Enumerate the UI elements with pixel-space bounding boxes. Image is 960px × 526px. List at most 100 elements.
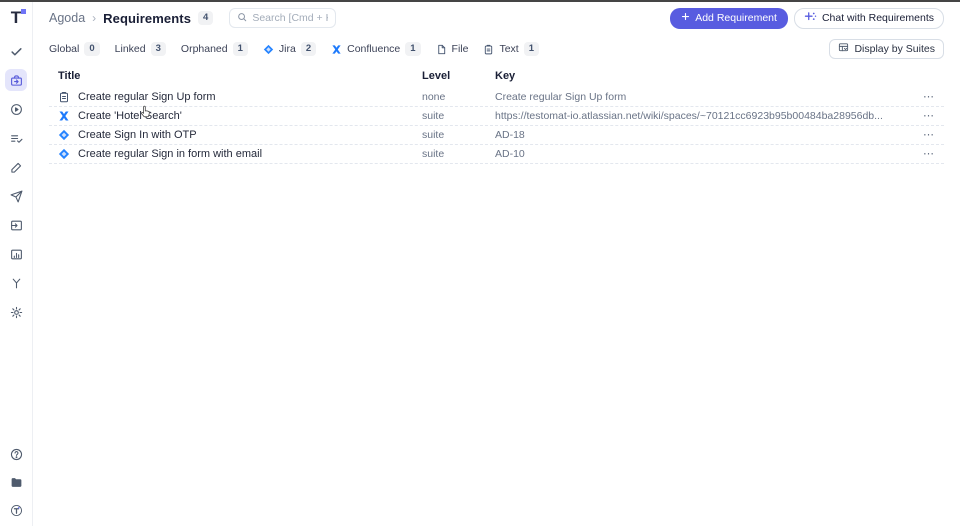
- jira-icon: [263, 44, 274, 55]
- filter-tab-linked[interactable]: Linked 3: [115, 42, 166, 56]
- requirements-table: Title Level Key Create regular Sign Up f…: [49, 66, 944, 164]
- sidebar-item-requirements[interactable]: [5, 69, 27, 91]
- import-icon: [10, 219, 23, 232]
- filter-count-badge: 3: [150, 42, 166, 56]
- filter-bar: Global 0 Linked 3 Orphaned 1 Jira 2 Conf…: [49, 38, 944, 60]
- folder-icon: [10, 476, 23, 489]
- row-title[interactable]: Create Sign In with OTP: [78, 129, 197, 141]
- filter-count-badge: 2: [300, 42, 317, 56]
- row-level: suite: [422, 148, 445, 160]
- sidebar-item-checklist[interactable]: [5, 127, 27, 149]
- row-key[interactable]: Create regular Sign Up form: [495, 91, 910, 103]
- search-box[interactable]: [229, 8, 337, 28]
- page-title: Requirements: [103, 10, 192, 26]
- branch-icon: [10, 277, 23, 290]
- checklist-icon: [10, 132, 23, 145]
- sidebar-item-import[interactable]: [5, 214, 27, 236]
- filter-label: Jira: [278, 43, 296, 55]
- row-menu-button[interactable]: ⋯: [910, 91, 944, 103]
- sidebar-item-folder[interactable]: [5, 471, 27, 493]
- filter-label: Linked: [114, 43, 146, 55]
- display-grid-icon: [838, 42, 849, 56]
- row-menu-button[interactable]: ⋯: [910, 129, 944, 141]
- row-title[interactable]: Create regular Sign Up form: [78, 91, 216, 103]
- jira-icon: [58, 148, 70, 160]
- row-title[interactable]: Create 'Hotel Search': [78, 110, 182, 122]
- chat-with-requirements-label: Chat with Requirements: [821, 12, 934, 24]
- sidebar-item-report[interactable]: [5, 243, 27, 265]
- filter-label: Confluence: [347, 43, 401, 55]
- filter-tab-jira[interactable]: Jira 2: [263, 42, 317, 56]
- row-key[interactable]: https://testomat-io.atlassian.net/wiki/s…: [495, 110, 910, 122]
- row-key[interactable]: AD-10: [495, 148, 910, 160]
- filter-tab-orphaned[interactable]: Orphaned 1: [181, 42, 248, 56]
- table-row[interactable]: Create 'Hotel Search' suite https://test…: [49, 107, 944, 126]
- sidebar-item-check[interactable]: [5, 40, 27, 62]
- runs-icon: [10, 103, 23, 116]
- row-menu-button[interactable]: ⋯: [910, 148, 944, 160]
- requirements-count-badge: 4: [198, 11, 214, 25]
- confluence-icon: [58, 110, 70, 122]
- display-by-suites-label: Display by Suites: [854, 43, 935, 55]
- filter-count-badge: 1: [523, 42, 540, 56]
- sidebar-item-profile[interactable]: [5, 499, 27, 521]
- sidebar-nav: [5, 40, 27, 323]
- text-icon: [483, 44, 494, 55]
- profile-icon: [10, 504, 23, 517]
- column-header-level: Level: [422, 70, 451, 82]
- column-header-title: Title: [58, 70, 81, 82]
- row-key[interactable]: AD-18: [495, 129, 910, 141]
- add-requirement-label: Add Requirement: [695, 12, 777, 24]
- filter-count-badge: 1: [232, 42, 248, 56]
- table-row[interactable]: Create regular Sign in form with email s…: [49, 145, 944, 164]
- confluence-icon: [331, 44, 342, 55]
- help-icon: [10, 448, 23, 461]
- filter-tab-confluence[interactable]: Confluence 1: [331, 42, 421, 56]
- chat-with-requirements-button[interactable]: Chat with Requirements: [793, 7, 944, 29]
- filter-tab-text[interactable]: Text 1: [483, 42, 540, 56]
- sidebar-item-pencil[interactable]: [5, 156, 27, 178]
- sidebar-bottom: [5, 443, 27, 521]
- app-logo-accent: [21, 9, 26, 14]
- filter-label: Text: [499, 43, 519, 55]
- table-header: Title Level Key: [49, 66, 944, 86]
- filter-count-badge: 0: [84, 42, 100, 56]
- topbar: Agoda › Requirements 4 Add Requirement: [49, 2, 944, 34]
- row-title[interactable]: Create regular Sign in form with email: [78, 148, 262, 160]
- search-icon: [237, 9, 247, 27]
- search-input[interactable]: [252, 12, 329, 24]
- row-level: none: [422, 91, 446, 103]
- add-requirement-button[interactable]: Add Requirement: [670, 7, 788, 29]
- topbar-actions: Add Requirement Chat with Requirements: [670, 7, 944, 29]
- jira-icon: [58, 129, 70, 141]
- ai-sparkle-icon: [804, 11, 817, 25]
- send-icon: [10, 190, 23, 203]
- row-level: suite: [422, 110, 445, 122]
- row-menu-button[interactable]: ⋯: [910, 110, 944, 122]
- pencil-icon: [10, 161, 23, 174]
- filter-label: Orphaned: [180, 43, 228, 55]
- report-icon: [10, 248, 23, 261]
- display-by-suites-button[interactable]: Display by Suites: [829, 39, 944, 59]
- table-body: Create regular Sign Up form none Create …: [49, 88, 944, 164]
- breadcrumb-separator: ›: [92, 11, 97, 25]
- plus-icon: [681, 12, 690, 24]
- table-row[interactable]: Create regular Sign Up form none Create …: [49, 88, 944, 107]
- column-header-key: Key: [495, 70, 516, 82]
- sidebar-item-settings[interactable]: [5, 301, 27, 323]
- table-row[interactable]: Create Sign In with OTP suite AD-18 ⋯: [49, 126, 944, 145]
- file-icon: [436, 44, 447, 55]
- sidebar-item-runs[interactable]: [5, 98, 27, 120]
- sidebar: T: [0, 2, 33, 526]
- breadcrumb-project[interactable]: Agoda: [49, 11, 85, 25]
- filter-tab-file[interactable]: File: [436, 43, 469, 55]
- text-icon: [58, 91, 70, 103]
- filter-label: File: [451, 43, 469, 55]
- sidebar-item-send[interactable]: [5, 185, 27, 207]
- requirements-icon: [10, 74, 23, 87]
- settings-icon: [10, 306, 23, 319]
- app-logo[interactable]: T: [6, 7, 26, 29]
- sidebar-item-help[interactable]: [5, 443, 27, 465]
- sidebar-item-branch[interactable]: [5, 272, 27, 294]
- filter-tab-global[interactable]: Global 0: [49, 42, 100, 56]
